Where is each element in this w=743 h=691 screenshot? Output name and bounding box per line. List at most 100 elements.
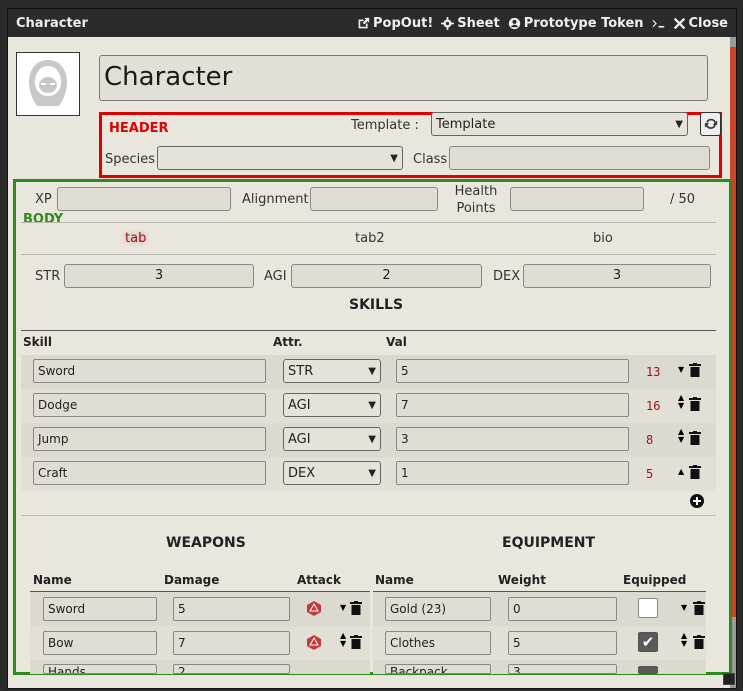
close-button[interactable]: Close: [673, 16, 728, 31]
weapon-damage-input[interactable]: 7: [173, 631, 290, 655]
equipped-checkbox[interactable]: ✔: [638, 632, 658, 652]
skills-header-line: [21, 330, 716, 331]
d20-dice-icon[interactable]: [307, 601, 321, 616]
trash-icon[interactable]: [693, 601, 705, 615]
skill-val-input[interactable]: 3: [396, 427, 629, 451]
terminal-button[interactable]: [652, 17, 665, 30]
equipment-weight-input[interactable]: 0: [508, 597, 617, 621]
trash-icon[interactable]: [350, 601, 362, 615]
divider: [21, 254, 716, 255]
template-value: Template: [436, 116, 496, 132]
equipped-checkbox[interactable]: [638, 666, 658, 674]
template-select[interactable]: Template ▼: [431, 112, 688, 136]
equipment-weight-input[interactable]: 3: [508, 664, 617, 674]
stat-input-dex[interactable]: 3: [523, 264, 711, 288]
skill-attr-value: DEX: [288, 465, 316, 481]
weapons-col-damage: Damage: [164, 573, 220, 587]
skill-name-input[interactable]: Jump: [33, 427, 266, 451]
weapon-damage-input[interactable]: 2: [173, 664, 290, 674]
skill-total: 5: [646, 467, 654, 481]
weapon-damage-input[interactable]: 5: [173, 597, 290, 621]
move-up-icon[interactable]: ▲: [678, 467, 684, 476]
class-input[interactable]: [449, 146, 710, 170]
health-points-input[interactable]: [510, 187, 644, 211]
stat-input-agi[interactable]: 2: [291, 264, 482, 288]
skill-name-input[interactable]: Dodge: [33, 393, 266, 417]
close-label: Close: [688, 15, 728, 31]
terminal-icon: [652, 18, 664, 28]
skill-total: 16: [646, 399, 661, 413]
skills-col-attr: Attr.: [273, 335, 303, 349]
skill-val-input[interactable]: 5: [396, 359, 629, 383]
character-sheet-window: Character PopOut! Sheet Prototype Token …: [7, 8, 737, 689]
skill-attr-select[interactable]: STR ▼: [283, 359, 381, 383]
tab-tab[interactable]: tab: [125, 231, 146, 246]
species-label: Species: [105, 152, 156, 167]
skill-total: 13: [646, 365, 661, 379]
xp-input[interactable]: [57, 187, 231, 211]
trash-icon[interactable]: [350, 635, 362, 649]
species-select[interactable]: ▼: [157, 146, 403, 170]
move-updown-icon[interactable]: ▲ ▼: [678, 394, 684, 410]
weapon-name-input[interactable]: Bow: [43, 631, 157, 655]
tab-bio[interactable]: bio: [593, 231, 613, 246]
move-updown-icon[interactable]: ▲ ▼: [340, 632, 346, 648]
chevron-down-icon: ▼: [368, 467, 376, 479]
character-name-input[interactable]: Character: [99, 55, 708, 101]
weapon-name-input[interactable]: Hands: [43, 664, 157, 674]
move-down-icon[interactable]: ▼: [678, 365, 684, 374]
skill-attr-select[interactable]: DEX ▼: [283, 461, 381, 485]
gear-icon: [441, 16, 455, 30]
stat-input-str[interactable]: 3: [64, 264, 254, 288]
refresh-icon: [704, 118, 717, 129]
chevron-down-icon: ▼: [390, 152, 398, 164]
external-link-icon: [358, 17, 370, 28]
refresh-template-button[interactable]: [700, 112, 721, 136]
character-portrait[interactable]: [16, 52, 80, 116]
add-skill-button[interactable]: [690, 494, 704, 508]
health-label-line2: Points: [456, 201, 496, 216]
popout-label: PopOut!: [373, 15, 434, 31]
skill-name-input[interactable]: Sword: [33, 359, 266, 383]
skill-val-input[interactable]: 1: [396, 461, 629, 485]
trash-icon[interactable]: [689, 431, 701, 445]
stat-label-str: STR: [35, 269, 61, 284]
equipped-checkbox[interactable]: [638, 598, 658, 618]
xp-label: XP: [35, 192, 52, 207]
prototype-token-button[interactable]: Prototype Token: [508, 16, 644, 31]
d20-dice-icon[interactable]: [307, 635, 321, 650]
weapon-name-input[interactable]: Sword: [43, 597, 157, 621]
skill-total: 8: [646, 433, 654, 447]
chevron-down-icon: ▼: [368, 365, 376, 377]
move-down-icon[interactable]: ▼: [681, 603, 687, 612]
tab-tab2[interactable]: tab2: [355, 231, 385, 246]
trash-icon[interactable]: [689, 363, 701, 377]
move-updown-icon[interactable]: ▲ ▼: [681, 632, 687, 648]
skill-val-input[interactable]: 7: [396, 393, 629, 417]
equipment-weight-input[interactable]: 5: [508, 631, 617, 655]
skill-attr-select[interactable]: AGI ▼: [283, 427, 381, 451]
stat-label-dex: DEX: [493, 269, 521, 284]
move-updown-icon[interactable]: ▲ ▼: [678, 428, 684, 444]
move-down-icon[interactable]: ▼: [340, 603, 346, 612]
equipment-name-input[interactable]: Clothes: [385, 631, 491, 655]
trash-icon[interactable]: [689, 397, 701, 411]
alignment-label: Alignment: [242, 192, 309, 207]
health-max: / 50: [670, 192, 696, 207]
skills-col-skill: Skill: [23, 335, 52, 349]
equipment-col-weight: Weight: [498, 573, 546, 587]
equipment-name-input[interactable]: Backpack: [385, 664, 491, 674]
skill-name-input[interactable]: Craft: [33, 461, 266, 485]
skill-attr-select[interactable]: AGI ▼: [283, 393, 381, 417]
alignment-input[interactable]: [310, 187, 438, 211]
skill-attr-value: AGI: [288, 397, 311, 413]
resize-handle[interactable]: [723, 673, 735, 685]
window-titlebar[interactable]: Character PopOut! Sheet Prototype Token …: [8, 9, 736, 37]
skills-title: SKILLS: [349, 297, 404, 313]
trash-icon[interactable]: [693, 635, 705, 649]
sheet-button[interactable]: Sheet: [441, 16, 500, 31]
popout-button[interactable]: PopOut!: [357, 16, 433, 31]
equipment-name-input[interactable]: Gold (23): [385, 597, 491, 621]
chevron-down-icon: ▼: [675, 118, 683, 130]
trash-icon[interactable]: [689, 465, 701, 479]
